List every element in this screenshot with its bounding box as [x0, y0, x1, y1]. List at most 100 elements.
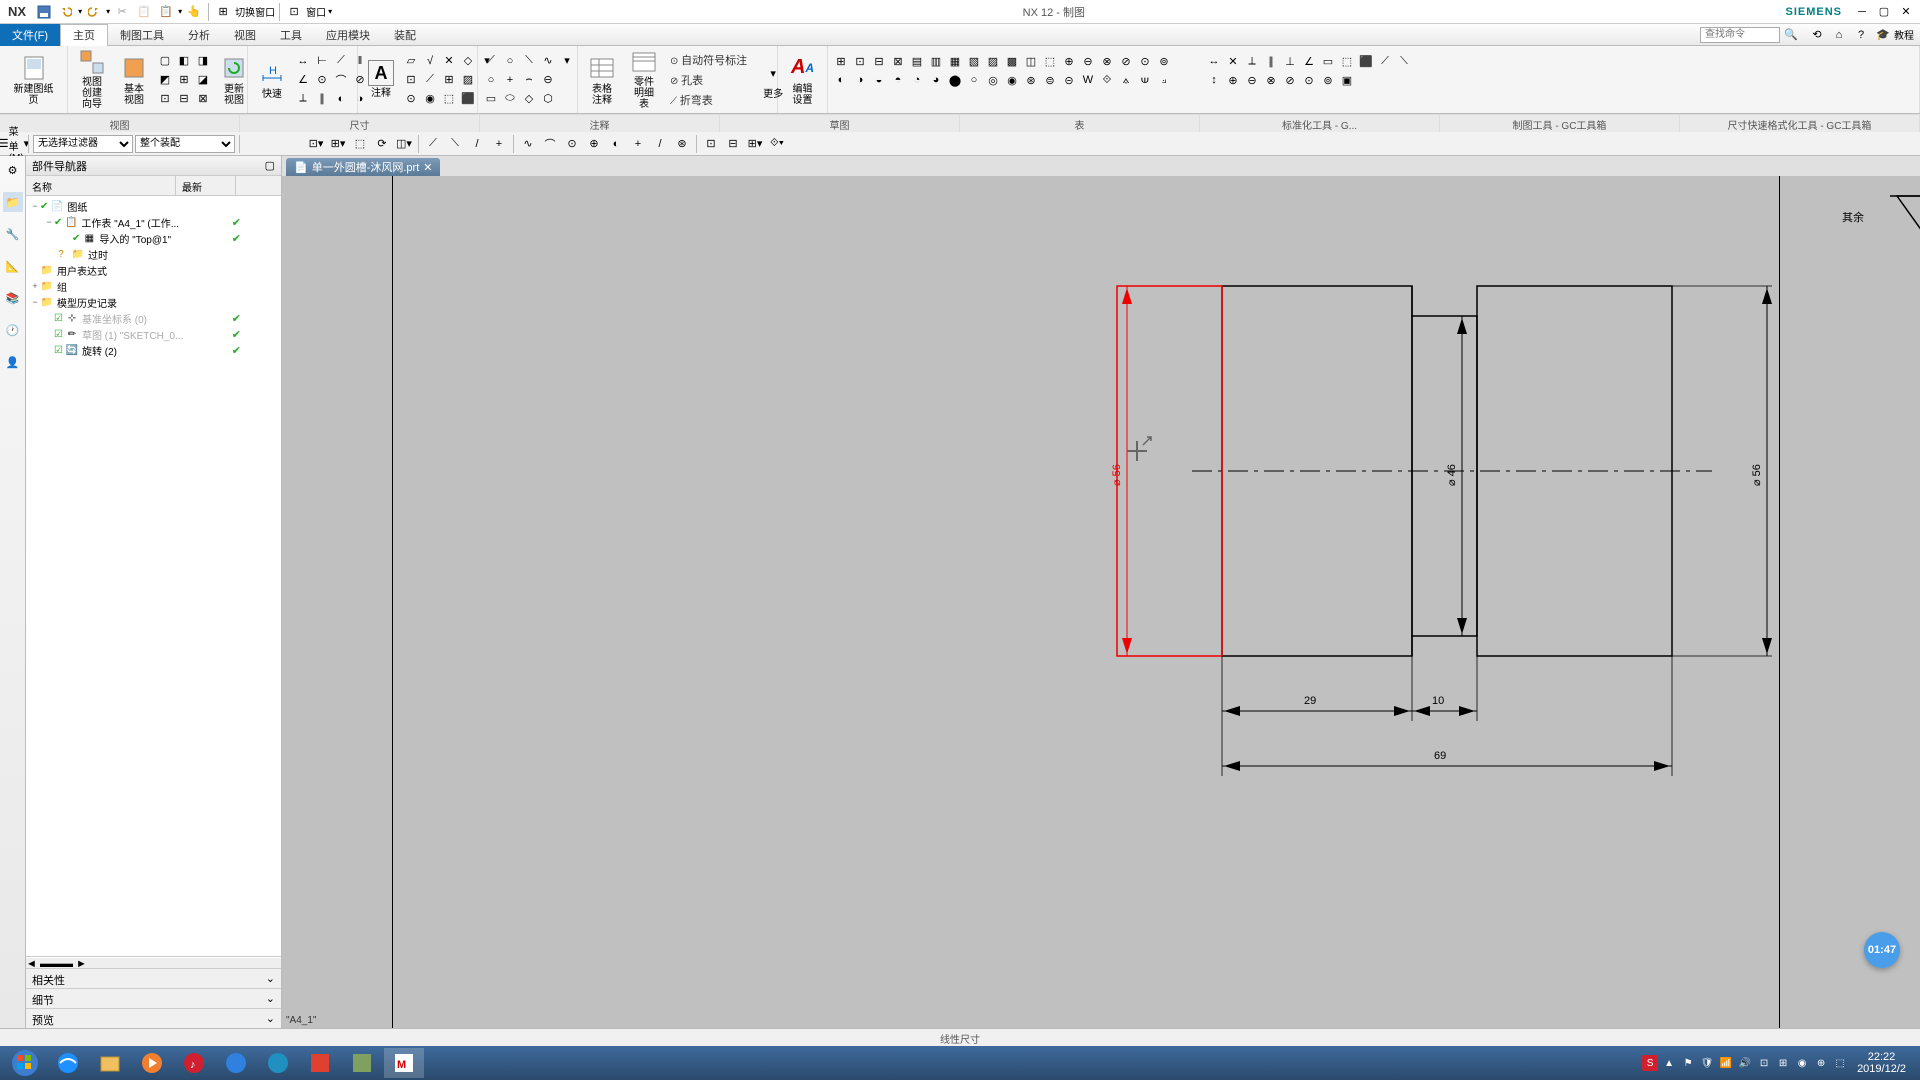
tutorial-icon[interactable]: 🎓 — [1874, 26, 1892, 44]
gc-15[interactable]: ⊗ — [1098, 52, 1116, 70]
snap-3[interactable]: / — [467, 134, 487, 154]
tab-analysis[interactable]: 分析 — [176, 24, 222, 46]
snap-14[interactable]: ⊟ — [723, 134, 743, 154]
gc-8[interactable]: ▧ — [965, 52, 983, 70]
tray-ime[interactable]: S — [1642, 1055, 1658, 1071]
gc-b9[interactable]: ◎ — [984, 71, 1002, 89]
rail-roles-icon[interactable]: 👤 — [3, 352, 23, 372]
tray-5[interactable]: 🔊 — [1737, 1055, 1753, 1071]
close-icon[interactable]: ✕ — [1896, 2, 1916, 22]
tray-6[interactable]: ⊡ — [1756, 1055, 1772, 1071]
snap-13[interactable]: ⊡ — [701, 134, 721, 154]
task-ie[interactable] — [48, 1048, 88, 1078]
gc-b16[interactable]: ⟑ — [1117, 71, 1135, 89]
cut-icon[interactable]: ✂ — [112, 2, 132, 22]
redo-icon[interactable] — [84, 2, 104, 22]
gc-14[interactable]: ⊖ — [1079, 52, 1097, 70]
tab-assembly[interactable]: 装配 — [382, 24, 428, 46]
view-wizard-button[interactable]: 视图创建向导 — [72, 52, 112, 108]
view-small-2[interactable]: ◧ — [175, 52, 193, 70]
sk-5[interactable]: ▾ — [558, 52, 576, 70]
task-netease[interactable]: ♪ — [174, 1048, 214, 1078]
dt-5[interactable]: ⊥ — [1281, 52, 1299, 70]
gc-b15[interactable]: ⟐ — [1098, 71, 1116, 89]
sync-icon[interactable]: ⟲ — [1808, 26, 1826, 44]
bend-table-button[interactable]: ⟋ 折弯表 — [666, 91, 751, 109]
search-input[interactable] — [1700, 27, 1780, 43]
section-related[interactable]: 相关性⌄ — [26, 968, 281, 988]
menu-dropdown[interactable]: ☰ 菜单(M) ▾ — [4, 134, 24, 154]
tray-10[interactable]: ⬚ — [1832, 1055, 1848, 1071]
view-small-6[interactable]: ◪ — [194, 71, 212, 89]
gc-3[interactable]: ⊟ — [870, 52, 888, 70]
gc-b18[interactable]: ⟓ — [1155, 71, 1173, 89]
switch-window-label[interactable]: 切换窗口 — [235, 4, 275, 19]
gc-9[interactable]: ▨ — [984, 52, 1002, 70]
dim-linear[interactable]: ↔ — [294, 52, 312, 70]
rail-history-icon[interactable]: 🕐 — [3, 320, 23, 340]
sk-3[interactable]: ⟍ — [520, 52, 538, 70]
tree-group[interactable]: +📁组 — [26, 278, 281, 294]
rail-settings-icon[interactable]: ⚙ — [3, 160, 23, 180]
dim-radial[interactable]: ⊙ — [313, 71, 331, 89]
gc-b11[interactable]: ⊛ — [1022, 71, 1040, 89]
sk-11[interactable]: ⬭ — [501, 90, 519, 108]
task-app2[interactable] — [300, 1048, 340, 1078]
dim-b[interactable]: ∥ — [313, 90, 331, 108]
gc-b8[interactable]: ○ — [965, 71, 983, 89]
note-button[interactable]: A 注释 — [362, 52, 400, 108]
tray-7[interactable]: ⊞ — [1775, 1055, 1791, 1071]
dt-8[interactable]: ⬚ — [1338, 52, 1356, 70]
dim-angular[interactable]: ∠ — [294, 71, 312, 89]
dt-b6[interactable]: ⊙ — [1300, 71, 1318, 89]
window-menu-label[interactable]: 窗口 — [306, 4, 326, 19]
gc-b13[interactable]: ⊝ — [1060, 71, 1078, 89]
tab-drafting-tools[interactable]: 制图工具 — [108, 24, 176, 46]
view-small-9[interactable]: ⊠ — [194, 90, 212, 108]
navigator-pin-icon[interactable]: ▢ — [265, 159, 275, 172]
selection-filter[interactable]: 无选择过滤器 — [33, 135, 133, 153]
view-small-5[interactable]: ⊞ — [175, 71, 193, 89]
sk-7[interactable]: + — [501, 71, 519, 89]
ann-8[interactable]: ⊞ — [440, 71, 458, 89]
snap-12[interactable]: ⊛ — [672, 134, 692, 154]
gc-b6[interactable]: ◕ — [927, 71, 945, 89]
doc-tab-active[interactable]: 📄 单一外圆槽-沐风网.prt ✕ — [286, 158, 440, 176]
gc-b2[interactable]: ◑ — [851, 71, 869, 89]
rail-part-nav-icon[interactable]: 📁 — [3, 192, 23, 212]
ann-10[interactable]: ⊙ — [402, 90, 420, 108]
gc-b5[interactable]: ◔ — [908, 71, 926, 89]
tray-8[interactable]: ◉ — [1794, 1055, 1810, 1071]
tab-home[interactable]: 主页 — [60, 24, 108, 46]
tutorial-label[interactable]: 教程 — [1894, 27, 1920, 42]
dt-b2[interactable]: ⊕ — [1224, 71, 1242, 89]
dt-1[interactable]: ↔ — [1205, 52, 1223, 70]
tray-3[interactable]: 🛡 — [1699, 1055, 1715, 1071]
dt-b8[interactable]: ▣ — [1338, 71, 1356, 89]
gc-b17[interactable]: ⟒ — [1136, 71, 1154, 89]
tb-3[interactable]: ⬚ — [350, 134, 370, 154]
save-icon[interactable] — [34, 2, 54, 22]
gc-b14[interactable]: W — [1079, 71, 1097, 89]
help-icon[interactable]: ? — [1852, 26, 1870, 44]
dim-ord[interactable]: ⊢ — [313, 52, 331, 70]
dt-b7[interactable]: ⊚ — [1319, 71, 1337, 89]
task-explorer[interactable] — [90, 1048, 130, 1078]
snap-16[interactable]: ⟐▾ — [767, 134, 787, 154]
parts-list-button[interactable]: 零件明细表 — [624, 52, 664, 108]
ann-12[interactable]: ⬚ — [440, 90, 458, 108]
snap-1[interactable]: ⟋ — [423, 134, 443, 154]
gc-12[interactable]: ⬚ — [1041, 52, 1059, 70]
ann-11[interactable]: ◉ — [421, 90, 439, 108]
rail-assembly-icon[interactable]: 🔧 — [3, 224, 23, 244]
ann-4[interactable]: ◇ — [459, 52, 477, 70]
touch-icon[interactable]: 👆 — [184, 2, 204, 22]
auto-balloon-button[interactable]: ⊙ 自动符号标注 — [666, 51, 751, 69]
gc-b10[interactable]: ◉ — [1003, 71, 1021, 89]
switch-window-icon[interactable]: ⊞ — [213, 2, 233, 22]
gc-16[interactable]: ⊘ — [1117, 52, 1135, 70]
sk-4[interactable]: ∿ — [539, 52, 557, 70]
gc-2[interactable]: ⊡ — [851, 52, 869, 70]
drawing-canvas[interactable]: 其余 — [282, 176, 1920, 1028]
view-small-1[interactable]: ▢ — [156, 52, 174, 70]
